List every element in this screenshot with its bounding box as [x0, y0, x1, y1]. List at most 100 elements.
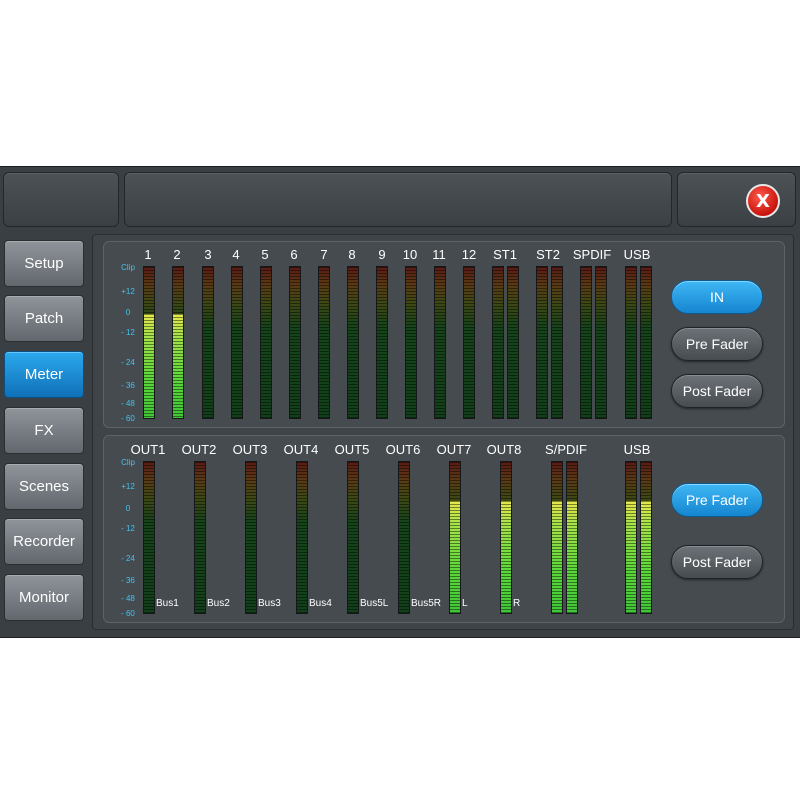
- meter-level-fill: [144, 313, 154, 418]
- scale-label-out: - 48: [121, 594, 135, 603]
- scale-label-out: Clip: [121, 458, 135, 467]
- inputs-level-meter: [536, 266, 548, 419]
- outputs-channel-label: OUT2: [181, 442, 217, 457]
- inputs-level-meter: [347, 266, 359, 419]
- scale-label-out: - 12: [121, 524, 135, 533]
- inputs-channel-label: 9: [378, 247, 386, 262]
- outputs-channel-label: OUT4: [283, 442, 319, 457]
- sidebar-item-label: Setup: [24, 255, 64, 272]
- close-button[interactable]: X: [746, 184, 780, 218]
- button-label: Pre Fader: [685, 336, 749, 352]
- inputs-level-meter: [507, 266, 519, 419]
- inputs-level-meter: [595, 266, 607, 419]
- outputs-channel-label: OUT5: [334, 442, 370, 457]
- bus-label: R: [513, 598, 521, 609]
- outputs-level-meter: [296, 461, 308, 614]
- outputs-channel-label: OUT1: [130, 442, 166, 457]
- meter-level-fill: [173, 313, 183, 418]
- close-icon: X: [756, 190, 770, 212]
- sidebar-item-monitor[interactable]: Monitor: [4, 574, 84, 621]
- sidebar-item-meter[interactable]: Meter: [4, 351, 84, 398]
- meter-level-fill: [641, 501, 651, 613]
- scale-label-in: Clip: [121, 263, 135, 272]
- inputs-level-meter: [260, 266, 272, 419]
- outputs-channel-label: OUT7: [436, 442, 472, 457]
- bus-label: Bus1: [156, 598, 179, 609]
- inputs-level-meter: [231, 266, 243, 419]
- inputs-in-button[interactable]: IN: [671, 280, 763, 314]
- outputs-pre-fader-button[interactable]: Pre Fader: [671, 483, 763, 517]
- inputs-channel-label: 12: [461, 247, 477, 262]
- outputs-level-meter: [566, 461, 578, 614]
- sidebar-item-label: Patch: [24, 310, 64, 327]
- meter-level-fill: [626, 501, 636, 613]
- scale-label-in: - 48: [121, 399, 135, 408]
- inputs-channel-label: 11: [432, 247, 446, 262]
- sidebar-item-recorder[interactable]: Recorder: [4, 518, 84, 565]
- outputs-level-meter: [625, 461, 637, 614]
- inputs-level-meter: [492, 266, 504, 419]
- inputs-level-meter: [625, 266, 637, 419]
- inputs-channel-label: 6: [290, 247, 298, 262]
- inputs-level-meter: [376, 266, 388, 419]
- inputs-channel-label: ST2: [536, 247, 560, 262]
- inputs-post-fader-button[interactable]: Post Fader: [671, 374, 763, 408]
- sidebar-item-fx[interactable]: FX: [4, 407, 84, 454]
- scale-label-out: +12: [121, 482, 135, 491]
- inputs-level-meter: [463, 266, 475, 419]
- outputs-channel-label: USB: [623, 442, 651, 457]
- button-label: Post Fader: [682, 554, 752, 570]
- sidebar-item-patch[interactable]: Patch: [4, 295, 84, 342]
- scale-label-out: - 60: [121, 609, 135, 618]
- sidebar-item-label: Recorder: [13, 533, 75, 550]
- sidebar-item-label: Scenes: [18, 478, 70, 495]
- inputs-channel-label: 5: [261, 247, 269, 262]
- outputs-post-fader-button[interactable]: Post Fader: [671, 545, 763, 579]
- meter-level-fill: [450, 501, 460, 613]
- sidebar-item-scenes[interactable]: Scenes: [4, 463, 84, 510]
- sidebar-item-setup[interactable]: Setup: [4, 240, 84, 287]
- scale-label-in: +12: [121, 287, 135, 296]
- scale-label-in: - 36: [121, 381, 135, 390]
- bus-label: Bus5R: [411, 598, 442, 609]
- sidebar-item-label: Monitor: [18, 589, 70, 606]
- inputs-level-meter: [405, 266, 417, 419]
- outputs-level-meter: [640, 461, 652, 614]
- bus-label: Bus2: [207, 598, 230, 609]
- inputs-channel-label: 10: [402, 247, 418, 262]
- inputs-channel-label: USB: [623, 247, 651, 262]
- inputs-level-meter: [640, 266, 652, 419]
- outputs-level-meter: [194, 461, 206, 614]
- inputs-level-meter: [202, 266, 214, 419]
- scale-label-in: - 24: [121, 358, 135, 367]
- inputs-level-meter: [172, 266, 184, 419]
- inputs-channel-label: 2: [173, 247, 181, 262]
- outputs-channel-label: OUT8: [486, 442, 522, 457]
- outputs-level-meter: [143, 461, 155, 614]
- outputs-level-meter: [245, 461, 257, 614]
- inputs-channel-label: 7: [320, 247, 328, 262]
- outputs-level-meter: [551, 461, 563, 614]
- outputs-channel-label: S/PDIF: [545, 442, 587, 457]
- inputs-level-meter: [434, 266, 446, 419]
- inputs-channel-label: 8: [348, 247, 356, 262]
- scale-label-out: 0: [125, 504, 131, 513]
- inputs-channel-label: 1: [144, 247, 152, 262]
- scale-label-in: - 60: [121, 414, 135, 423]
- inputs-level-meter: [318, 266, 330, 419]
- sidebar-item-label: FX: [34, 422, 54, 439]
- outputs-level-meter: [347, 461, 359, 614]
- outputs-level-meter: [398, 461, 410, 614]
- meter-level-fill: [552, 501, 562, 613]
- inputs-channel-label: 3: [204, 247, 212, 262]
- outputs-level-meter: [449, 461, 461, 614]
- scale-label-out: - 24: [121, 554, 135, 563]
- bus-label: L: [462, 598, 468, 609]
- button-label: Post Fader: [682, 383, 752, 399]
- scale-label-in: 0: [125, 308, 131, 317]
- button-label: IN: [710, 289, 724, 305]
- inputs-pre-fader-button[interactable]: Pre Fader: [671, 327, 763, 361]
- inputs-level-meter: [580, 266, 592, 419]
- outputs-channel-label: OUT6: [385, 442, 421, 457]
- outputs-channel-label: OUT3: [232, 442, 268, 457]
